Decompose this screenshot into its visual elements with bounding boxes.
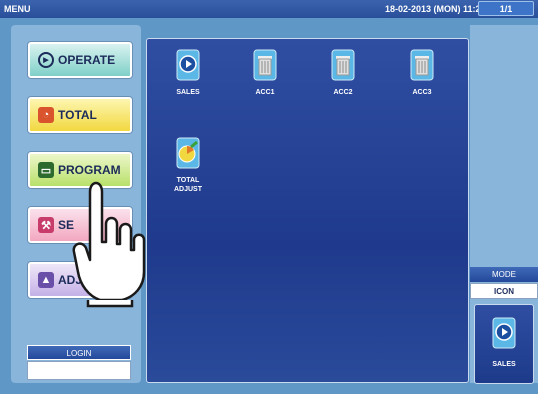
total-adjust-icon	[176, 137, 200, 169]
mode-toggle[interactable]: ICON	[470, 283, 538, 299]
play-icon: ▶	[38, 52, 54, 68]
login-field[interactable]	[27, 361, 131, 380]
adjust-icon: ▲	[38, 272, 54, 288]
tile-total-adjust-label: TOTAL ADJUST	[173, 177, 202, 193]
tools-icon: ⚒	[38, 217, 54, 233]
trash-icon	[253, 49, 277, 81]
page-indicator[interactable]: 1/1	[478, 1, 534, 16]
quick-sales-button[interactable]: SALES	[474, 304, 534, 384]
book-icon: ▭	[38, 162, 54, 178]
clock-icon: ◔	[38, 107, 54, 123]
tile-acc1-label: ACC1	[255, 89, 275, 96]
trash-icon	[331, 49, 355, 81]
tile-acc2[interactable]: ACC2	[318, 49, 368, 109]
quick-sales-label: SALES	[492, 361, 516, 368]
operate-button[interactable]: ▶ OPERATE	[28, 42, 132, 78]
tile-acc3-label: ACC3	[412, 89, 432, 96]
login-label: LOGIN	[27, 345, 131, 360]
pointing-hand-icon	[72, 181, 146, 308]
operate-label: OPERATE	[58, 53, 116, 67]
tile-acc3[interactable]: ACC3	[397, 49, 447, 109]
tile-acc1[interactable]: ACC1	[240, 49, 290, 109]
total-button[interactable]: ◔ TOTAL	[28, 97, 132, 133]
screen-title: MENU	[4, 4, 31, 14]
tile-sales-label: SALES	[176, 89, 200, 96]
sales-icon	[492, 317, 516, 349]
top-bar: MENU 18-02-2013 (MON) 11:20 1/1	[0, 0, 538, 18]
screen: MENU 18-02-2013 (MON) 11:20 1/1 ▶ OPERAT…	[0, 0, 538, 394]
total-label: TOTAL	[58, 108, 97, 122]
tile-acc2-label: ACC2	[333, 89, 353, 96]
sales-icon	[176, 49, 200, 81]
tile-sales[interactable]: SALES	[163, 49, 213, 109]
mode-label: MODE	[470, 267, 538, 282]
trash-icon	[410, 49, 434, 81]
datetime: 18-02-2013 (MON) 11:20	[385, 4, 486, 14]
tile-total-adjust[interactable]: TOTAL ADJUST	[163, 137, 213, 197]
